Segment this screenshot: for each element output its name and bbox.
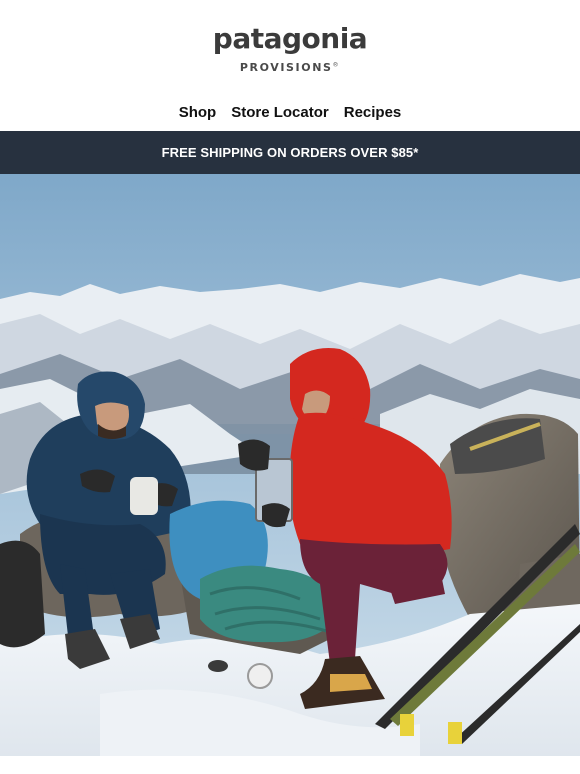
provisions-sublogo: PROVISIONS® [240, 61, 340, 74]
registered-mark: ® [332, 61, 341, 69]
nav-item-store-locator[interactable]: Store Locator [231, 104, 329, 121]
hero-photo-icon [0, 174, 580, 756]
nav-item-shop[interactable]: Shop [179, 104, 217, 121]
email-header: patagonia PROVISIONS® [0, 0, 580, 93]
patagonia-logo[interactable]: patagonia [213, 22, 368, 56]
shipping-banner-text: FREE SHIPPING ON ORDERS OVER $85* [161, 145, 419, 160]
sublogo-text: PROVISIONS [239, 61, 333, 74]
hero-image[interactable] [0, 174, 580, 756]
shipping-banner[interactable]: FREE SHIPPING ON ORDERS OVER $85* [0, 131, 580, 174]
nav-item-recipes[interactable]: Recipes [344, 104, 402, 121]
main-nav: Shop Store Locator Recipes [0, 93, 580, 131]
